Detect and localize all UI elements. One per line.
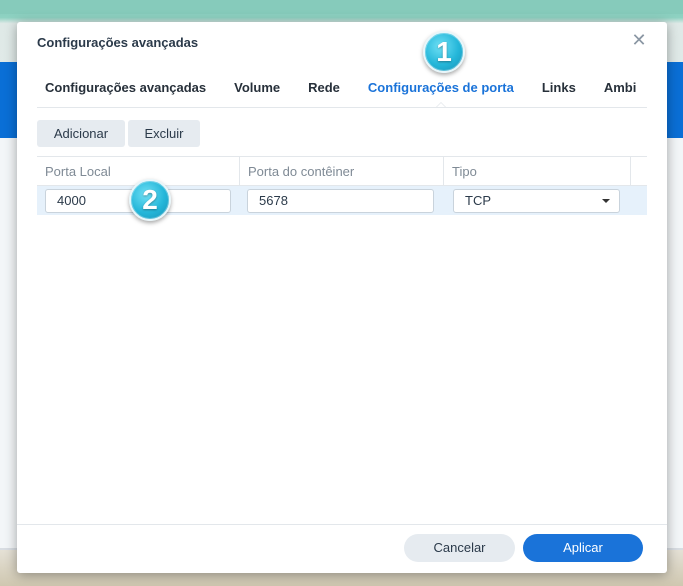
toolbar: Adicionar Excluir	[37, 120, 203, 147]
tab-bar: Configurações avançadas Volume Rede Configu…	[37, 62, 647, 108]
tab-environment[interactable]: Ambi	[600, 62, 641, 107]
add-button[interactable]: Adicionar	[37, 120, 125, 147]
step-marker-1: 1	[423, 31, 465, 73]
dialog-title: Configurações avançadas	[37, 35, 199, 50]
tab-volume[interactable]: Volume	[230, 62, 284, 107]
tab-links[interactable]: Links	[538, 62, 580, 107]
close-icon[interactable]: ✕	[631, 31, 647, 49]
background-top-stripe	[0, 0, 683, 14]
delete-button[interactable]: Excluir	[128, 120, 200, 147]
column-header-type[interactable]: Tipo	[444, 157, 631, 186]
footer-divider	[17, 524, 667, 525]
column-header-container-port[interactable]: Porta do contêiner	[240, 157, 444, 186]
container-port-input[interactable]: 5678	[247, 189, 434, 213]
cancel-button[interactable]: Cancelar	[404, 534, 515, 562]
table-header: Porta Local Porta do contêiner Tipo	[37, 156, 647, 186]
protocol-select[interactable]: TCP	[453, 189, 620, 213]
step-marker-2: 2	[129, 179, 171, 221]
port-table: Porta Local Porta do contêiner Tipo 4000…	[37, 156, 647, 215]
tab-network[interactable]: Rede	[304, 62, 344, 107]
chevron-down-icon	[602, 199, 610, 203]
tab-advanced-settings[interactable]: Configurações avançadas	[37, 62, 210, 107]
advanced-settings-dialog: Configurações avançadas ✕ Configurações …	[17, 22, 667, 573]
apply-button[interactable]: Aplicar	[523, 534, 643, 562]
